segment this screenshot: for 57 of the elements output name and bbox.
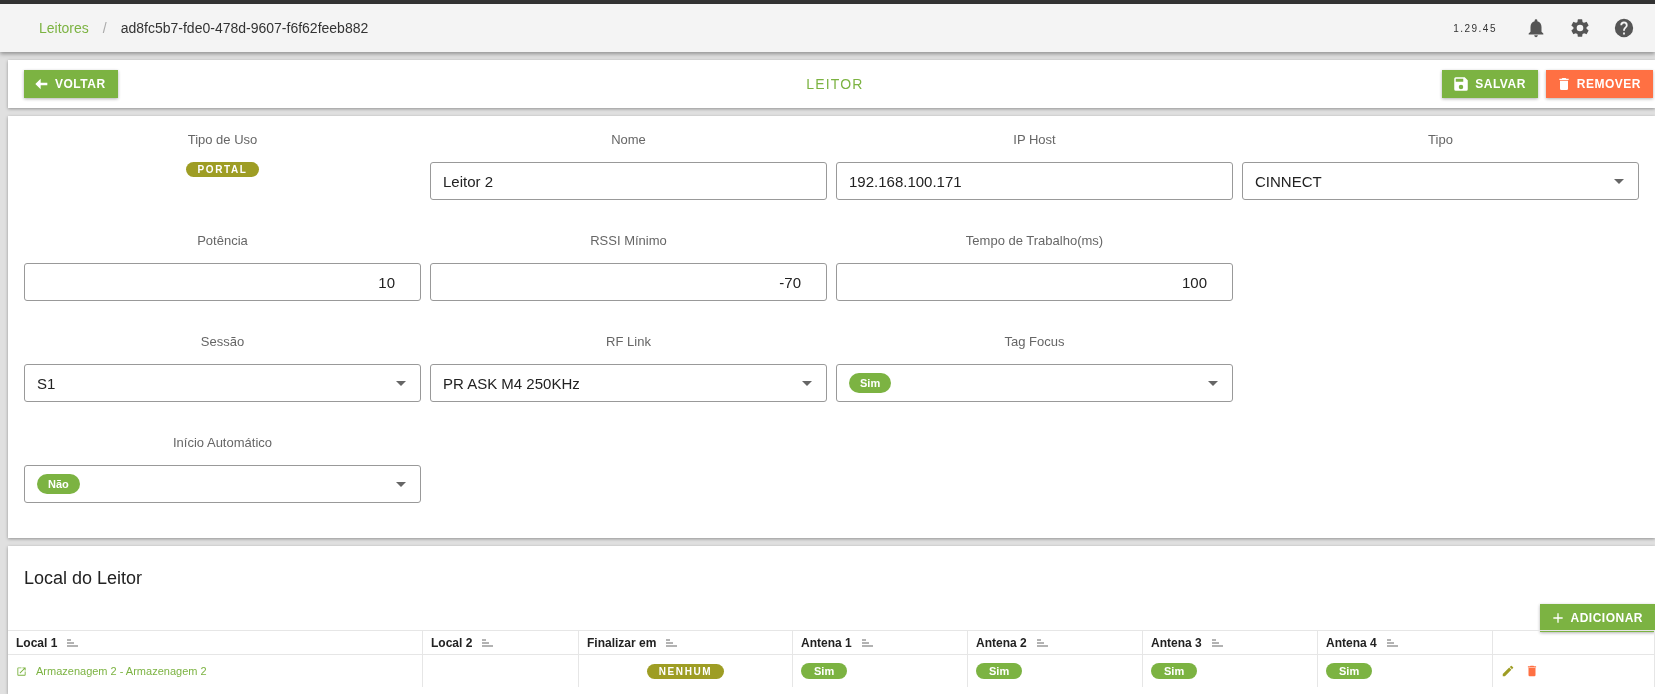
field-label: Potência <box>197 233 248 248</box>
column-header[interactable]: Finalizar em <box>579 631 793 655</box>
sort-icon[interactable] <box>861 638 873 647</box>
antenna-chip: Sim <box>801 663 848 679</box>
sort-icon[interactable] <box>666 638 678 647</box>
edit-pencil-icon[interactable] <box>1501 664 1515 678</box>
sort-icon[interactable] <box>1386 638 1398 647</box>
column-header[interactable]: Antena 3 <box>1143 631 1318 655</box>
sort-icon[interactable] <box>67 638 79 647</box>
field-label: Início Automático <box>173 435 272 450</box>
column-header[interactable]: Antena 2 <box>968 631 1143 655</box>
sort-icon[interactable] <box>1211 638 1223 647</box>
dropdown-caret-icon <box>396 380 406 386</box>
page-title: LEITOR <box>805 76 865 92</box>
number-field[interactable]: 100 <box>836 263 1233 301</box>
field-label: Sessão <box>200 334 245 349</box>
column-header[interactable]: Local 1 <box>8 631 423 655</box>
field-label: RF Link <box>606 334 651 349</box>
version-text: 1.29.45 <box>1453 22 1497 34</box>
dropdown-caret-icon <box>1208 380 1218 386</box>
dropdown-caret-icon <box>396 481 406 487</box>
help-icon[interactable] <box>1613 17 1635 39</box>
finish-badge: NENHUM <box>646 663 725 679</box>
field-label: Tempo de Trabalho(ms) <box>965 233 1104 248</box>
antenna-chip: Sim <box>1151 663 1198 679</box>
input-field[interactable]: Leitor 2 <box>430 162 827 200</box>
column-header[interactable]: Antena 4 <box>1318 631 1493 655</box>
breadcrumb-current: ad8fc5b7-fde0-478d-9607-f6f62feeb882 <box>120 20 369 36</box>
column-header[interactable]: Antena 1 <box>793 631 968 655</box>
number-field[interactable]: 10 <box>24 263 421 301</box>
antenna-chip: Sim <box>1326 663 1373 679</box>
input-field[interactable]: 192.168.100.171 <box>836 162 1233 200</box>
field-label: Nome <box>611 132 646 147</box>
field-label: IP Host <box>1013 132 1056 147</box>
field-label: Tipo de Uso <box>187 132 258 147</box>
antenna-chip: Sim <box>976 663 1023 679</box>
external-link-icon <box>16 665 27 677</box>
settings-icon[interactable] <box>1569 17 1591 39</box>
sort-icon[interactable] <box>1036 638 1048 647</box>
delete-trash-icon[interactable] <box>1525 664 1539 678</box>
dropdown-caret-icon <box>802 380 812 386</box>
dropdown-caret-icon <box>1614 178 1624 184</box>
arrow-left-icon <box>34 76 50 92</box>
value-chip: Sim <box>849 373 892 393</box>
number-field[interactable]: -70 <box>430 263 827 301</box>
field-label: Tag Focus <box>1004 334 1065 349</box>
value-chip: Não <box>37 474 80 494</box>
select-field[interactable]: PR ASK M4 250KHz <box>430 364 827 402</box>
select-field[interactable]: CINNECT <box>1242 162 1639 200</box>
select-field[interactable]: S1 <box>24 364 421 402</box>
usage-type-badge: PORTAL <box>185 162 260 177</box>
field-label: Tipo <box>1428 132 1453 147</box>
column-header[interactable]: Local 2 <box>423 631 579 655</box>
section-title: Local do Leitor <box>23 567 144 590</box>
sort-icon[interactable] <box>482 638 494 647</box>
breadcrumb-separator: / <box>102 20 107 36</box>
field-label: RSSI Mínimo <box>590 233 667 248</box>
